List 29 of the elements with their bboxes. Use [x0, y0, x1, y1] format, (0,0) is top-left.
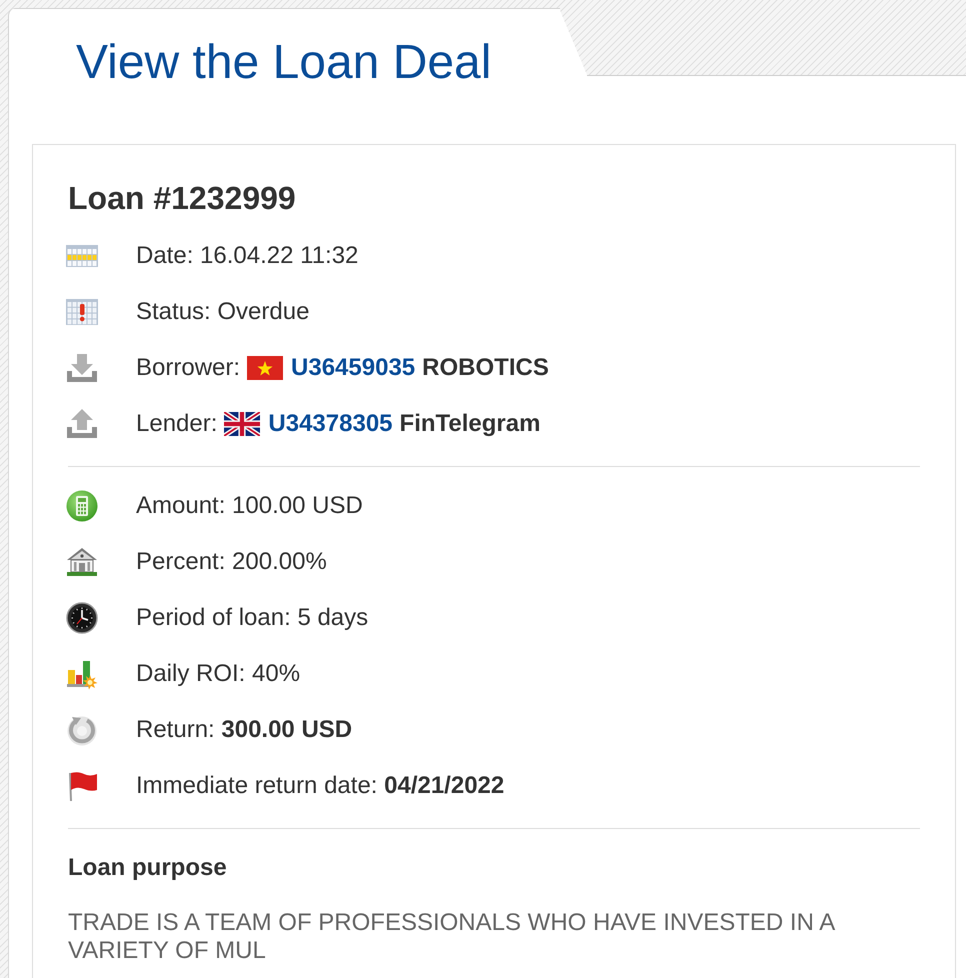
calculator-icon [66, 490, 98, 522]
vietnam-flag-icon [247, 356, 284, 380]
download-icon [66, 352, 98, 384]
detail-text: Amount: 100.00 USD [136, 492, 363, 520]
clock-icon [66, 602, 98, 634]
detail-text: Date: 16.04.22 11:32 [136, 242, 358, 270]
detail-text: Percent: 200.00% [136, 548, 327, 576]
account-link[interactable]: U34378305 [268, 410, 393, 438]
uk-flag-icon [224, 412, 260, 436]
house-icon [66, 546, 98, 578]
calendar-alert-icon [66, 299, 98, 325]
loan-title: Loan #1232999 [68, 180, 297, 217]
purpose-text: TRADE IS A TEAM OF PROFESSIONALS WHO HAVE INVESTED IN A VARIETY OF MUL [68, 909, 836, 965]
account-name: ROBOTICS [422, 354, 549, 382]
detail-text: Daily ROI: 40% [136, 660, 300, 688]
account-link[interactable]: U36459035 [291, 354, 416, 382]
account-name: FinTelegram [400, 410, 540, 438]
detail-text: Return: 300.00 USD [136, 716, 352, 744]
detail-text: Immediate return date: 04/21/2022 [136, 772, 504, 800]
calendar-icon [66, 245, 98, 267]
page-title: View the Loan Deal [75, 35, 492, 91]
flag-icon [66, 770, 98, 802]
upload-icon [66, 408, 98, 440]
detail-text: Status: Overdue [136, 298, 310, 326]
bar-chart-icon [66, 658, 98, 690]
party-label: Lender: [136, 410, 218, 438]
detail-text: Period of loan: 5 days [136, 604, 368, 632]
party-label: Borrower: [136, 354, 240, 382]
purpose-heading: Loan purpose [68, 854, 228, 882]
